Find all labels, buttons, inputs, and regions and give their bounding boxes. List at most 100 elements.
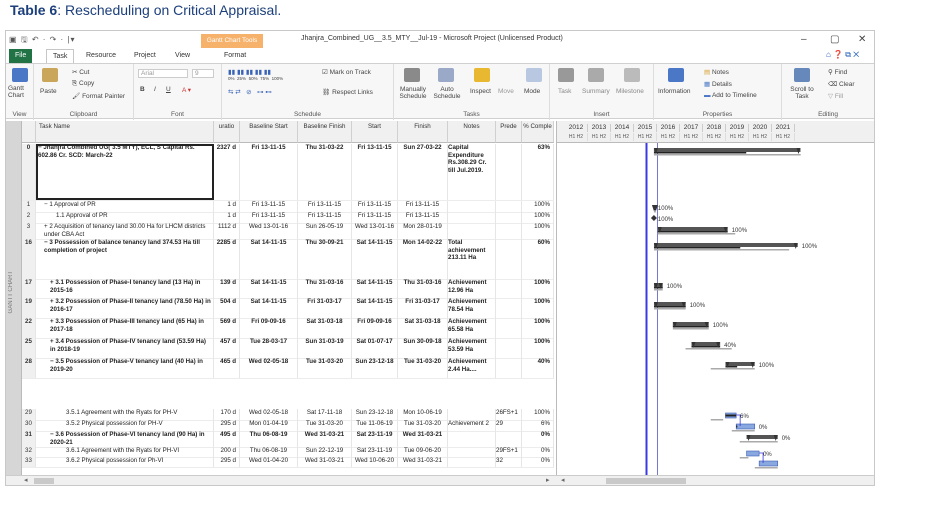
summary-bar[interactable] bbox=[725, 362, 755, 366]
task-bfinish-cell[interactable]: Sun 31-03-19 bbox=[298, 338, 352, 358]
pct-complete-buttons[interactable]: ▮▮ ▮▮ ▮▮ ▮▮ ▮▮ bbox=[228, 68, 271, 76]
paste-icon[interactable] bbox=[42, 68, 58, 82]
task-finish-cell[interactable]: Tue 09-06-20 bbox=[398, 447, 448, 457]
task-bfinish-cell[interactable]: Thu 30-09-21 bbox=[298, 239, 352, 279]
summary-progress[interactable] bbox=[653, 306, 686, 308]
summary-bar[interactable] bbox=[653, 302, 686, 306]
respect-links-button[interactable]: ⛓ Respect Links bbox=[322, 88, 373, 96]
task-name-cell[interactable]: − 1 Approval of PR bbox=[36, 201, 214, 212]
pin-icon[interactable] bbox=[404, 68, 420, 82]
task-notes-cell[interactable] bbox=[448, 409, 496, 420]
finish-header[interactable]: Finish bbox=[398, 121, 448, 143]
task-notes-cell[interactable]: Achievement 12.96 Ha bbox=[448, 279, 496, 298]
task-pred-cell[interactable]: 32 bbox=[496, 457, 522, 467]
task-pct-cell[interactable]: 40% bbox=[522, 358, 554, 378]
task-dur-cell[interactable]: 465 d bbox=[214, 358, 240, 378]
task-start-cell[interactable]: Fri 13-11-15 bbox=[352, 212, 398, 223]
gantt-scroll-left-icon[interactable]: ◂ bbox=[561, 476, 565, 484]
task-notes-cell[interactable]: Achievement 2.44 Ha.... bbox=[448, 358, 496, 378]
task-bfinish-cell[interactable]: Sat 17-11-18 bbox=[298, 409, 352, 420]
task-pred-cell[interactable] bbox=[496, 144, 522, 200]
start-header[interactable]: Start bbox=[352, 121, 398, 143]
add-to-timeline-button[interactable]: ▬ Add to Timeline bbox=[704, 92, 757, 99]
font-color-icon[interactable]: A ▾ bbox=[182, 86, 191, 94]
mode-icon[interactable] bbox=[526, 68, 542, 82]
paste-button[interactable]: Paste bbox=[40, 88, 57, 95]
table-scroll-thumb[interactable] bbox=[34, 478, 54, 484]
tab-format[interactable]: Format bbox=[218, 49, 252, 63]
task-notes-cell[interactable] bbox=[448, 223, 496, 239]
format-painter-button[interactable]: 🖌 Format Painter bbox=[72, 92, 125, 100]
task-bstart-cell[interactable]: Fri 13-11-15 bbox=[240, 201, 298, 212]
task-bar[interactable] bbox=[746, 450, 760, 457]
task-start-cell[interactable]: Sat 14-11-15 bbox=[352, 239, 398, 279]
task-pct-cell[interactable]: 100% bbox=[522, 279, 554, 298]
task-dur-cell[interactable]: 295 d bbox=[214, 457, 240, 467]
task-bfinish-cell[interactable]: Wed 31-03-21 bbox=[298, 457, 352, 467]
task-name-cell[interactable]: 1.1 Approval of PR bbox=[36, 212, 214, 223]
task-pct-cell[interactable]: 100% bbox=[522, 201, 554, 212]
task-progress[interactable] bbox=[736, 425, 738, 428]
row-id[interactable]: 25 bbox=[22, 338, 36, 358]
task-name-cell[interactable]: − Jhanjra Combined UG( 3.5 MTY), ECL, S … bbox=[36, 144, 214, 200]
task-bfinish-cell[interactable]: Tue 31-03-20 bbox=[298, 358, 352, 378]
copy-button[interactable]: ⎘ Copy bbox=[72, 80, 94, 88]
task-bfinish-cell[interactable]: Tue 31-03-20 bbox=[298, 420, 352, 431]
summary-bar[interactable] bbox=[653, 243, 798, 247]
baseline-bar[interactable] bbox=[710, 419, 724, 421]
task-bar[interactable] bbox=[735, 423, 756, 430]
task-name-cell[interactable]: − 3.6 Possession of Phase-VI tenancy lan… bbox=[36, 431, 214, 447]
task-start-cell[interactable]: Fri 09-09-16 bbox=[352, 318, 398, 338]
task-icon[interactable] bbox=[558, 68, 574, 82]
task-finish-cell[interactable]: Tue 31-03-20 bbox=[398, 420, 448, 431]
task-start-cell[interactable]: Fri 13-11-15 bbox=[352, 201, 398, 212]
row-id[interactable]: 22 bbox=[22, 318, 36, 338]
summary-progress[interactable] bbox=[653, 152, 747, 154]
task-bstart-cell[interactable]: Fri 09-09-16 bbox=[240, 318, 298, 338]
task-notes-cell[interactable]: Achievement 53.59 Ha bbox=[448, 338, 496, 358]
task-start-cell[interactable]: Sat 14-11-15 bbox=[352, 298, 398, 318]
task-name-cell[interactable]: 3.5.1 Agreement with the Ryats for PH-V bbox=[36, 409, 214, 420]
task-name-cell[interactable]: 3.5.2 Physical possession for PH-V bbox=[36, 420, 214, 431]
task-dur-cell[interactable]: 170 d bbox=[214, 409, 240, 420]
task-bfinish-cell[interactable]: Wed 31-03-21 bbox=[298, 431, 352, 447]
summary-bar[interactable] bbox=[672, 322, 709, 326]
summary-bar[interactable] bbox=[653, 148, 801, 152]
task-start-cell[interactable]: Sun 23-12-18 bbox=[352, 409, 398, 420]
summary-progress[interactable] bbox=[653, 287, 663, 289]
baseline-bar[interactable] bbox=[653, 308, 686, 310]
task-bstart-cell[interactable]: Wed 13-01-16 bbox=[240, 223, 298, 239]
details-button[interactable]: ▦ Details bbox=[704, 80, 732, 88]
task-finish-cell[interactable]: Thu 31-03-16 bbox=[398, 279, 448, 298]
gantt-chart-icon[interactable] bbox=[12, 68, 28, 82]
insert-milestone-button[interactable]: Milestone bbox=[616, 88, 644, 95]
pct-complete-header[interactable]: % Comple bbox=[522, 121, 554, 143]
task-pct-cell[interactable]: 0% bbox=[522, 457, 554, 467]
task-pred-cell[interactable]: 29 bbox=[496, 420, 522, 431]
task-start-cell[interactable]: Sat 23-11-19 bbox=[352, 431, 398, 447]
row-id[interactable]: 2 bbox=[22, 212, 36, 223]
scroll-to-task-icon[interactable] bbox=[794, 68, 810, 82]
gantt-tools-context-tab[interactable]: Gantt Chart Tools bbox=[201, 34, 263, 48]
task-dur-cell[interactable]: 1 d bbox=[214, 212, 240, 223]
task-finish-cell[interactable]: Mon 28-01-19 bbox=[398, 223, 448, 239]
task-pct-cell[interactable]: 60% bbox=[522, 239, 554, 279]
task-notes-cell[interactable]: Capital Expenditure Rs.308.29 Cr. till J… bbox=[448, 144, 496, 200]
task-bstart-cell[interactable]: Thu 06-08-19 bbox=[240, 447, 298, 457]
task-finish-cell[interactable]: Tue 31-03-20 bbox=[398, 358, 448, 378]
notes-header[interactable]: Notes bbox=[448, 121, 496, 143]
quick-access-toolbar[interactable]: ▣ 🖫 ↶ · ↷ · |▾ bbox=[9, 34, 76, 48]
insert-summary-button[interactable]: Summary bbox=[582, 88, 610, 95]
task-pct-cell[interactable]: 0% bbox=[522, 431, 554, 447]
row-id[interactable]: 29 bbox=[22, 409, 36, 420]
summary-progress[interactable] bbox=[653, 247, 741, 249]
task-start-cell[interactable]: Sat 23-11-19 bbox=[352, 447, 398, 457]
task-notes-cell[interactable]: Achievement 65.58 Ha bbox=[448, 318, 496, 338]
task-pred-cell[interactable] bbox=[496, 279, 522, 298]
task-dur-cell[interactable]: 1 d bbox=[214, 201, 240, 212]
task-bstart-cell[interactable]: Sat 14-11-15 bbox=[240, 298, 298, 318]
task-finish-cell[interactable]: Fri 31-03-17 bbox=[398, 298, 448, 318]
duration-header[interactable]: uratio bbox=[214, 121, 240, 143]
cut-button[interactable]: ✂ Cut bbox=[72, 68, 89, 76]
task-name-cell[interactable]: + 3.1 Possession of Phase-I tenancy land… bbox=[36, 279, 214, 298]
